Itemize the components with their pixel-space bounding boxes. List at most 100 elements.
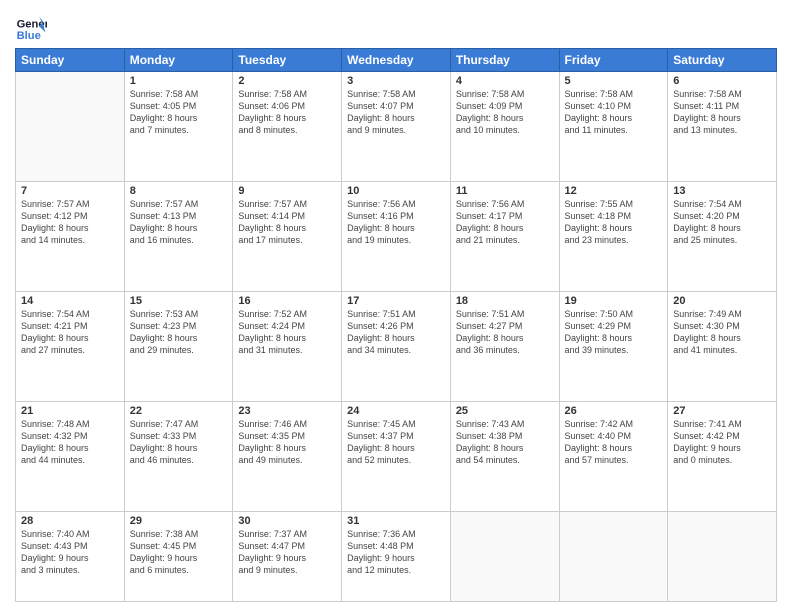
day-number: 10 [347,185,445,197]
day-info: Sunrise: 7:57 AMSunset: 4:12 PMDaylight:… [21,198,119,247]
calendar-cell: 2Sunrise: 7:58 AMSunset: 4:06 PMDaylight… [233,72,342,182]
calendar-cell: 14Sunrise: 7:54 AMSunset: 4:21 PMDayligh… [16,292,125,402]
logo: General Blue [15,10,51,42]
calendar-cell: 9Sunrise: 7:57 AMSunset: 4:14 PMDaylight… [233,182,342,292]
day-number: 9 [238,185,336,197]
day-number: 29 [130,515,228,527]
calendar-cell: 26Sunrise: 7:42 AMSunset: 4:40 PMDayligh… [559,402,668,512]
day-number: 8 [130,185,228,197]
calendar-cell: 22Sunrise: 7:47 AMSunset: 4:33 PMDayligh… [124,402,233,512]
calendar-table: SundayMondayTuesdayWednesdayThursdayFrid… [15,48,777,602]
day-info: Sunrise: 7:46 AMSunset: 4:35 PMDaylight:… [238,418,336,467]
day-number: 31 [347,515,445,527]
day-info: Sunrise: 7:54 AMSunset: 4:21 PMDaylight:… [21,308,119,357]
day-number: 12 [565,185,663,197]
day-info: Sunrise: 7:49 AMSunset: 4:30 PMDaylight:… [673,308,771,357]
day-number: 14 [21,295,119,307]
day-info: Sunrise: 7:50 AMSunset: 4:29 PMDaylight:… [565,308,663,357]
day-header-thursday: Thursday [450,49,559,72]
day-info: Sunrise: 7:43 AMSunset: 4:38 PMDaylight:… [456,418,554,467]
day-header-saturday: Saturday [668,49,777,72]
day-number: 20 [673,295,771,307]
day-number: 15 [130,295,228,307]
day-number: 19 [565,295,663,307]
calendar-cell: 31Sunrise: 7:36 AMSunset: 4:48 PMDayligh… [342,512,451,602]
day-header-wednesday: Wednesday [342,49,451,72]
calendar-cell: 25Sunrise: 7:43 AMSunset: 4:38 PMDayligh… [450,402,559,512]
day-info: Sunrise: 7:51 AMSunset: 4:26 PMDaylight:… [347,308,445,357]
day-info: Sunrise: 7:58 AMSunset: 4:10 PMDaylight:… [565,88,663,137]
day-header-tuesday: Tuesday [233,49,342,72]
calendar-cell: 15Sunrise: 7:53 AMSunset: 4:23 PMDayligh… [124,292,233,402]
day-number: 2 [238,75,336,87]
day-header-monday: Monday [124,49,233,72]
day-number: 22 [130,405,228,417]
day-number: 11 [456,185,554,197]
day-info: Sunrise: 7:56 AMSunset: 4:17 PMDaylight:… [456,198,554,247]
day-header-sunday: Sunday [16,49,125,72]
day-info: Sunrise: 7:55 AMSunset: 4:18 PMDaylight:… [565,198,663,247]
day-info: Sunrise: 7:56 AMSunset: 4:16 PMDaylight:… [347,198,445,247]
day-info: Sunrise: 7:53 AMSunset: 4:23 PMDaylight:… [130,308,228,357]
day-info: Sunrise: 7:57 AMSunset: 4:14 PMDaylight:… [238,198,336,247]
day-info: Sunrise: 7:37 AMSunset: 4:47 PMDaylight:… [238,528,336,577]
day-info: Sunrise: 7:58 AMSunset: 4:05 PMDaylight:… [130,88,228,137]
calendar-cell: 24Sunrise: 7:45 AMSunset: 4:37 PMDayligh… [342,402,451,512]
day-info: Sunrise: 7:38 AMSunset: 4:45 PMDaylight:… [130,528,228,577]
calendar-cell: 7Sunrise: 7:57 AMSunset: 4:12 PMDaylight… [16,182,125,292]
day-number: 3 [347,75,445,87]
day-number: 23 [238,405,336,417]
calendar-cell: 5Sunrise: 7:58 AMSunset: 4:10 PMDaylight… [559,72,668,182]
week-row-4: 28Sunrise: 7:40 AMSunset: 4:43 PMDayligh… [16,512,777,602]
day-number: 25 [456,405,554,417]
calendar-cell: 17Sunrise: 7:51 AMSunset: 4:26 PMDayligh… [342,292,451,402]
day-number: 26 [565,405,663,417]
calendar-cell: 29Sunrise: 7:38 AMSunset: 4:45 PMDayligh… [124,512,233,602]
calendar-cell: 4Sunrise: 7:58 AMSunset: 4:09 PMDaylight… [450,72,559,182]
day-info: Sunrise: 7:48 AMSunset: 4:32 PMDaylight:… [21,418,119,467]
day-info: Sunrise: 7:51 AMSunset: 4:27 PMDaylight:… [456,308,554,357]
day-info: Sunrise: 7:52 AMSunset: 4:24 PMDaylight:… [238,308,336,357]
day-info: Sunrise: 7:42 AMSunset: 4:40 PMDaylight:… [565,418,663,467]
calendar-cell: 28Sunrise: 7:40 AMSunset: 4:43 PMDayligh… [16,512,125,602]
calendar-cell: 6Sunrise: 7:58 AMSunset: 4:11 PMDaylight… [668,72,777,182]
day-number: 17 [347,295,445,307]
day-number: 4 [456,75,554,87]
day-number: 28 [21,515,119,527]
day-number: 13 [673,185,771,197]
day-number: 30 [238,515,336,527]
day-number: 16 [238,295,336,307]
calendar-cell: 27Sunrise: 7:41 AMSunset: 4:42 PMDayligh… [668,402,777,512]
day-number: 18 [456,295,554,307]
day-info: Sunrise: 7:58 AMSunset: 4:07 PMDaylight:… [347,88,445,137]
day-number: 7 [21,185,119,197]
week-row-3: 21Sunrise: 7:48 AMSunset: 4:32 PMDayligh… [16,402,777,512]
week-row-2: 14Sunrise: 7:54 AMSunset: 4:21 PMDayligh… [16,292,777,402]
calendar-cell: 16Sunrise: 7:52 AMSunset: 4:24 PMDayligh… [233,292,342,402]
calendar-body: 1Sunrise: 7:58 AMSunset: 4:05 PMDaylight… [16,72,777,602]
calendar-cell [559,512,668,602]
calendar-cell: 20Sunrise: 7:49 AMSunset: 4:30 PMDayligh… [668,292,777,402]
day-info: Sunrise: 7:47 AMSunset: 4:33 PMDaylight:… [130,418,228,467]
week-row-1: 7Sunrise: 7:57 AMSunset: 4:12 PMDaylight… [16,182,777,292]
calendar-cell: 13Sunrise: 7:54 AMSunset: 4:20 PMDayligh… [668,182,777,292]
calendar-cell [16,72,125,182]
calendar-cell [450,512,559,602]
day-info: Sunrise: 7:57 AMSunset: 4:13 PMDaylight:… [130,198,228,247]
day-number: 6 [673,75,771,87]
day-info: Sunrise: 7:41 AMSunset: 4:42 PMDaylight:… [673,418,771,467]
svg-text:Blue: Blue [17,30,41,42]
day-number: 1 [130,75,228,87]
day-info: Sunrise: 7:36 AMSunset: 4:48 PMDaylight:… [347,528,445,577]
week-row-0: 1Sunrise: 7:58 AMSunset: 4:05 PMDaylight… [16,72,777,182]
calendar-cell: 21Sunrise: 7:48 AMSunset: 4:32 PMDayligh… [16,402,125,512]
calendar-cell: 3Sunrise: 7:58 AMSunset: 4:07 PMDaylight… [342,72,451,182]
day-info: Sunrise: 7:54 AMSunset: 4:20 PMDaylight:… [673,198,771,247]
day-info: Sunrise: 7:40 AMSunset: 4:43 PMDaylight:… [21,528,119,577]
logo-icon: General Blue [15,10,47,42]
calendar-cell: 23Sunrise: 7:46 AMSunset: 4:35 PMDayligh… [233,402,342,512]
day-number: 27 [673,405,771,417]
day-header-friday: Friday [559,49,668,72]
day-number: 5 [565,75,663,87]
day-number: 21 [21,405,119,417]
